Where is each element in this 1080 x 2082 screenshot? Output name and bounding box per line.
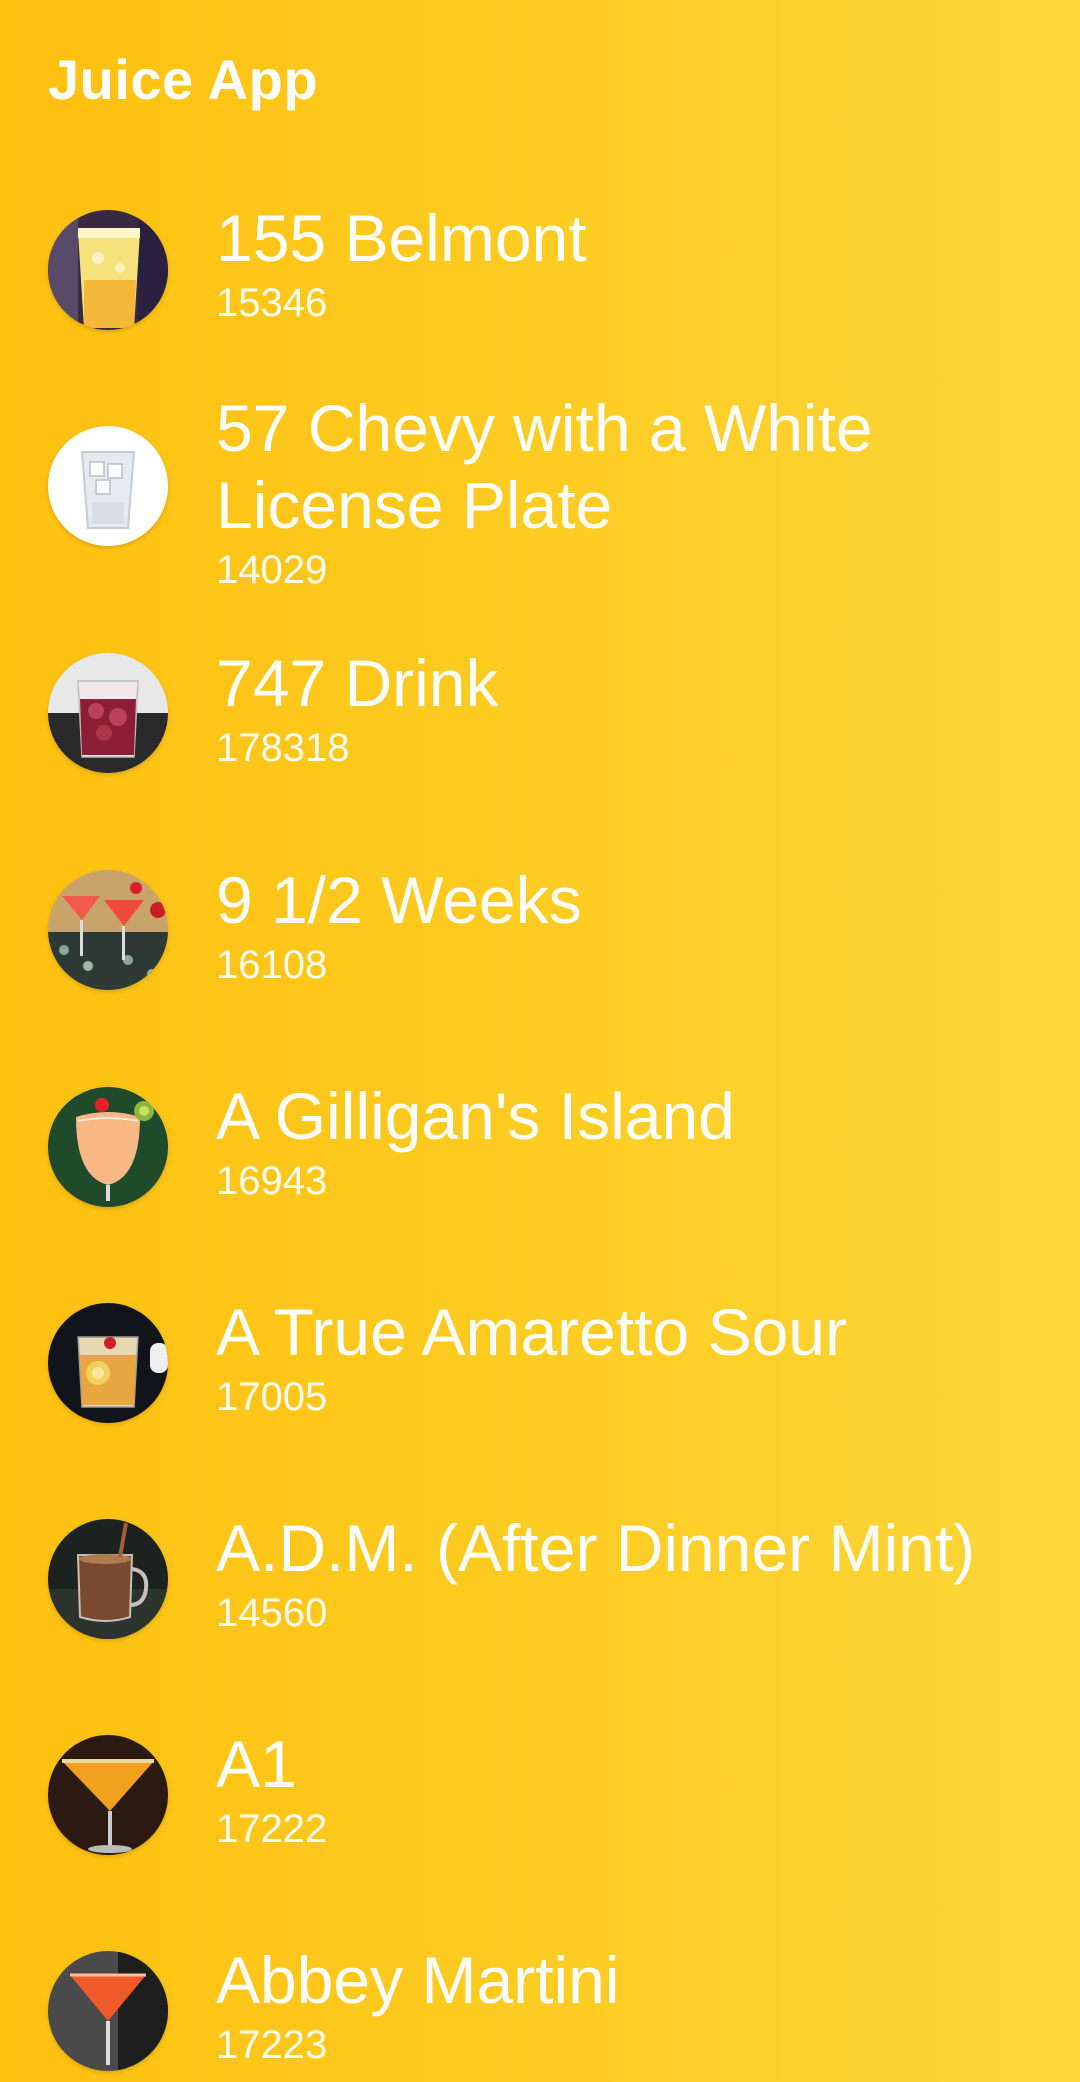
drink-list-item[interactable]: 155 Belmont 15346 bbox=[0, 200, 1080, 340]
drink-id: 14560 bbox=[216, 1591, 328, 1635]
drink-list: 155 Belmont 15346 57 Chevy with a White … bbox=[0, 0, 1080, 2082]
drink-list-item[interactable]: 9 1/2 Weeks 16108 bbox=[0, 862, 1080, 1002]
amber-rocks-thumbnail bbox=[48, 1303, 168, 1423]
drink-id: 14029 bbox=[216, 548, 328, 592]
red-martini-thumbnail bbox=[48, 1951, 168, 2071]
chocolate-mug-thumbnail bbox=[48, 1519, 168, 1639]
peach-tropical-thumbnail bbox=[48, 1087, 168, 1207]
drink-name: 9 1/2 Weeks bbox=[216, 863, 582, 937]
drink-list-item[interactable]: 57 Chevy with a White License Plate 1402… bbox=[0, 390, 1080, 592]
drink-list-item[interactable]: Abbey Martini 17223 bbox=[0, 1942, 1080, 2082]
drink-id: 17222 bbox=[216, 1807, 328, 1851]
drink-list-item[interactable]: A1 17222 bbox=[0, 1726, 1080, 1866]
drink-name: 747 Drink bbox=[216, 646, 499, 720]
drink-id: 17223 bbox=[216, 2023, 328, 2067]
drink-name: A.D.M. (After Dinner Mint) bbox=[216, 1511, 976, 1585]
drink-name: A1 bbox=[216, 1727, 297, 1801]
drink-id: 17005 bbox=[216, 1375, 328, 1419]
ice-glass-thumbnail bbox=[48, 426, 168, 546]
drink-list-item[interactable]: 747 Drink 178318 bbox=[0, 645, 1080, 785]
pink-martini-thumbnail bbox=[48, 870, 168, 990]
drink-name: Abbey Martini bbox=[216, 1943, 620, 2017]
drink-name: 57 Chevy with a White License Plate bbox=[216, 391, 873, 542]
drink-id: 16943 bbox=[216, 1159, 328, 1203]
yellow-highball-thumbnail bbox=[48, 210, 168, 330]
drink-id: 178318 bbox=[216, 726, 350, 770]
drink-id: 15346 bbox=[216, 281, 328, 325]
red-rocks-drink-thumbnail bbox=[48, 653, 168, 773]
drink-name: 155 Belmont bbox=[216, 201, 587, 275]
drink-list-item[interactable]: A True Amaretto Sour 17005 bbox=[0, 1294, 1080, 1434]
drink-id: 16108 bbox=[216, 943, 328, 987]
drink-list-item[interactable]: A.D.M. (After Dinner Mint) 14560 bbox=[0, 1510, 1080, 1650]
drink-list-item[interactable]: A Gilligan's Island 16943 bbox=[0, 1078, 1080, 1218]
drink-name: A True Amaretto Sour bbox=[216, 1295, 847, 1369]
orange-martini-thumbnail bbox=[48, 1735, 168, 1855]
drink-name: A Gilligan's Island bbox=[216, 1079, 735, 1153]
